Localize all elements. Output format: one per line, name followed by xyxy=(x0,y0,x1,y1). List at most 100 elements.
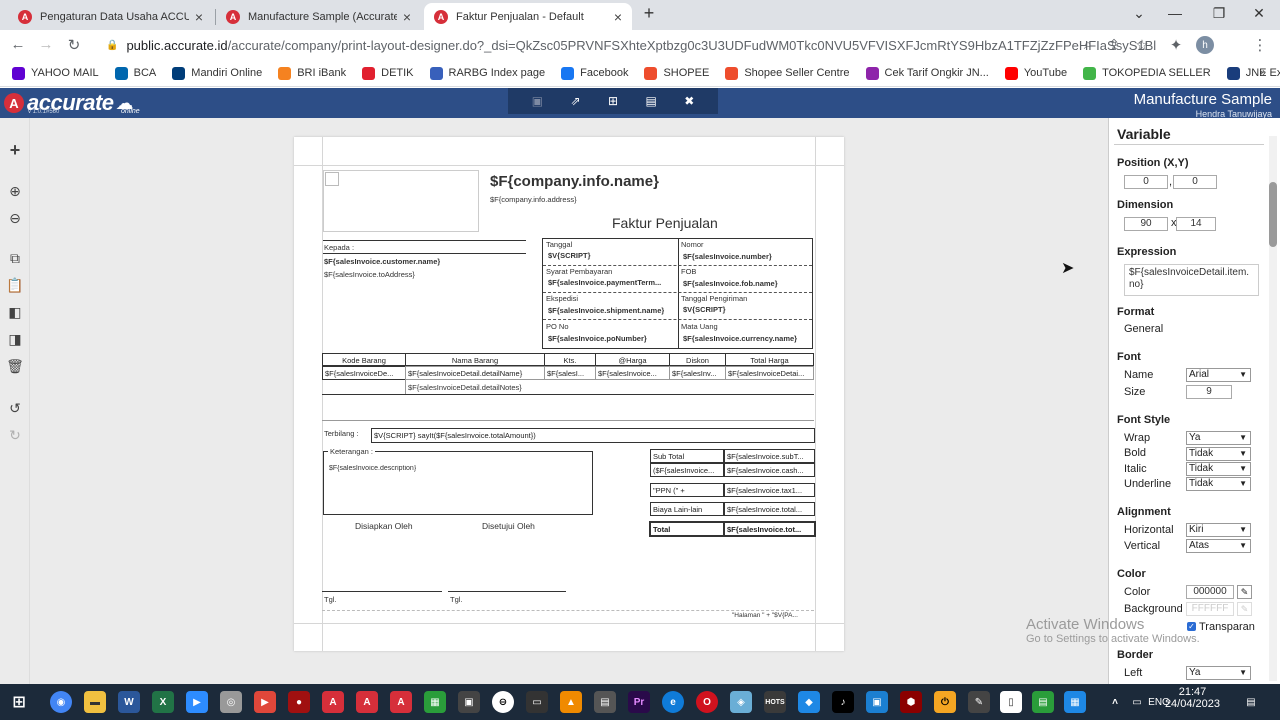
notification-icon[interactable]: ▤ xyxy=(1240,691,1262,713)
bookmarks-overflow-icon[interactable]: » xyxy=(1259,65,1266,79)
close-tab-icon[interactable]: × xyxy=(614,9,622,25)
maximize-button[interactable]: ❐ xyxy=(1204,5,1234,22)
info-value[interactable]: $F{salesInvoice.poNumber} xyxy=(548,334,647,343)
info-value[interactable]: $F{salesInvoice.paymentTerm... xyxy=(548,278,676,287)
totals-value[interactable]: $F{salesInvoice.tax1... xyxy=(724,483,815,497)
open-external-icon[interactable]: ⇗ xyxy=(570,94,580,108)
zoom-icon[interactable]: ⌕ xyxy=(1078,36,1098,53)
table-cell[interactable]: $F{salesInv... xyxy=(669,366,726,380)
close-tab-icon[interactable]: × xyxy=(403,9,411,25)
info-value[interactable]: $V{SCRIPT} xyxy=(548,251,591,260)
totals-label[interactable]: ($F{salesInvoice... xyxy=(650,463,724,477)
premiere-icon[interactable]: Pr xyxy=(628,691,650,713)
company-logo-placeholder[interactable] xyxy=(323,170,479,232)
bookmark-item[interactable]: JNE Express xyxy=(1226,66,1280,80)
totals-label[interactable]: "PPN (" + xyxy=(650,483,724,497)
format-value[interactable]: General xyxy=(1124,323,1163,335)
horizontal-align-select[interactable]: Kiri ▼ xyxy=(1186,523,1251,537)
app-icon[interactable]: ◎ xyxy=(220,691,242,713)
send-back-icon[interactable]: ◨ xyxy=(5,329,25,349)
customer-name-field[interactable]: $F{salesInvoice.customer.name} xyxy=(324,257,440,266)
app-icon[interactable]: ⊖ xyxy=(492,691,514,713)
tab-search-icon[interactable]: ⌄ xyxy=(1124,5,1154,22)
notepad-icon[interactable]: ▯ xyxy=(1000,691,1022,713)
background-color-input[interactable]: FFFFFF xyxy=(1186,602,1234,616)
zoom-out-icon[interactable]: ⊖ xyxy=(5,208,25,228)
detail-notes-field[interactable]: $F{salesInvoiceDetail.detailNotes} xyxy=(408,383,522,392)
info-label[interactable]: PO No xyxy=(546,322,569,331)
bring-front-icon[interactable]: ◧ xyxy=(5,302,25,322)
tray-chevron-icon[interactable]: ˄ xyxy=(1104,691,1126,713)
app-icon[interactable]: ▦ xyxy=(1064,691,1086,713)
close-window-button[interactable]: ✕ xyxy=(1244,5,1274,22)
copy-icon[interactable]: ⧉ xyxy=(5,248,25,268)
table-cell-selected[interactable]: $F{salesInvoiceDe... xyxy=(322,366,406,380)
height-input[interactable]: 14 xyxy=(1176,217,1216,231)
disetujui-label[interactable]: Disetujui Oleh xyxy=(482,521,535,531)
font-size-input[interactable]: 9 xyxy=(1186,385,1232,399)
bookmark-item[interactable]: Facebook xyxy=(561,66,628,80)
tgl-label[interactable]: Tgl. xyxy=(324,595,337,604)
tgl-label[interactable]: Tgl. xyxy=(450,595,463,604)
close-tab-icon[interactable]: × xyxy=(195,9,203,25)
browser-tab-manufacture[interactable]: A Manufacture Sample (Accurate O × xyxy=(216,3,421,30)
app-icon[interactable]: ● xyxy=(288,691,310,713)
totals-value[interactable]: $F{salesInvoice.total... xyxy=(724,502,815,516)
to-address-field[interactable]: $F{salesInvoice.toAddress} xyxy=(324,270,415,279)
info-label[interactable]: Syarat Pembayaran xyxy=(546,267,612,276)
info-label[interactable]: Tanggal Pengiriman xyxy=(681,294,747,303)
position-x-input[interactable]: 0 xyxy=(1124,175,1168,189)
underline-select[interactable]: Tidak ▼ xyxy=(1186,477,1251,491)
italic-select[interactable]: Tidak ▼ xyxy=(1186,462,1251,476)
app-icon[interactable]: ▤ xyxy=(1032,691,1054,713)
total-value[interactable]: $F{salesInvoice.tot... xyxy=(723,521,816,537)
bookmark-item[interactable]: YouTube xyxy=(1004,66,1067,80)
zoom-app-icon[interactable]: ▶ xyxy=(186,691,208,713)
app-icon[interactable]: ▣ xyxy=(866,691,888,713)
company-address-field[interactable]: $F{company.info.address} xyxy=(490,195,577,204)
redo-icon[interactable]: ↻ xyxy=(5,425,25,445)
excel-icon[interactable]: X xyxy=(152,691,174,713)
file-explorer-icon[interactable]: ▬ xyxy=(84,691,106,713)
keterangan-box[interactable] xyxy=(323,451,593,515)
new-tab-button[interactable]: + xyxy=(634,3,664,24)
left-border-select[interactable]: Ya ▼ xyxy=(1186,666,1251,680)
expression-input[interactable]: $F{salesInvoiceDetail.item.no} xyxy=(1124,264,1259,296)
app-icon[interactable]: ▤ xyxy=(594,691,616,713)
color-input[interactable]: 000000 xyxy=(1186,585,1234,599)
forward-icon[interactable]: → xyxy=(36,36,56,53)
width-input[interactable]: 90 xyxy=(1124,217,1168,231)
bookmark-item[interactable]: Mandiri Online xyxy=(172,66,262,80)
undo-icon[interactable]: ↺ xyxy=(5,398,25,418)
totals-label[interactable]: Sub Total xyxy=(650,449,724,463)
bookmark-item[interactable]: SHOPEE xyxy=(644,66,709,80)
minimize-button[interactable]: — xyxy=(1160,5,1190,21)
app-icon[interactable]: ▦ xyxy=(424,691,446,713)
chrome-icon[interactable]: ◉ xyxy=(50,691,72,713)
bookmark-item[interactable]: TOKOPEDIA SELLER xyxy=(1083,66,1211,80)
app-icon[interactable]: ⏻ xyxy=(934,691,956,713)
paste-icon[interactable]: 📋 xyxy=(5,275,25,295)
bookmark-item[interactable]: BCA xyxy=(114,66,156,80)
vertical-align-select[interactable]: Atas ▼ xyxy=(1186,539,1251,553)
accurate-app-icon[interactable]: A xyxy=(356,691,378,713)
save-icon[interactable]: ▣ xyxy=(532,94,543,108)
terbilang-field[interactable]: $V{SCRIPT} sayIt($F{salesInvoice.totalAm… xyxy=(371,428,815,443)
edge-icon[interactable]: e xyxy=(662,691,684,713)
background-picker-icon[interactable]: ✎ xyxy=(1237,602,1252,616)
table-cell[interactable]: $F{salesInvoice... xyxy=(595,366,670,380)
browser-tab-pengaturan[interactable]: A Pengaturan Data Usaha ACCURA × xyxy=(8,3,213,30)
tiktok-icon[interactable]: ♪ xyxy=(832,691,854,713)
info-value[interactable]: $F{salesInvoice.number} xyxy=(683,252,772,261)
app-icon[interactable]: ▶ xyxy=(254,691,276,713)
bookmark-item[interactable]: YAHOO MAIL xyxy=(12,66,99,80)
menu-kebab-icon[interactable]: ⋮ xyxy=(1250,36,1270,54)
bookmark-item[interactable]: DETIK xyxy=(362,66,414,80)
totals-label[interactable]: Biaya Lain-lain xyxy=(650,502,724,516)
bookmark-item[interactable]: Cek Tarif Ongkir JN... xyxy=(865,66,989,80)
totals-value[interactable]: $F{salesInvoice.subT... xyxy=(724,449,815,463)
terbilang-label[interactable]: Terbilang : xyxy=(324,429,359,438)
column-header[interactable]: @Harga xyxy=(595,353,670,366)
wrap-select[interactable]: Ya ▼ xyxy=(1186,431,1251,445)
total-label[interactable]: Total xyxy=(649,521,725,537)
